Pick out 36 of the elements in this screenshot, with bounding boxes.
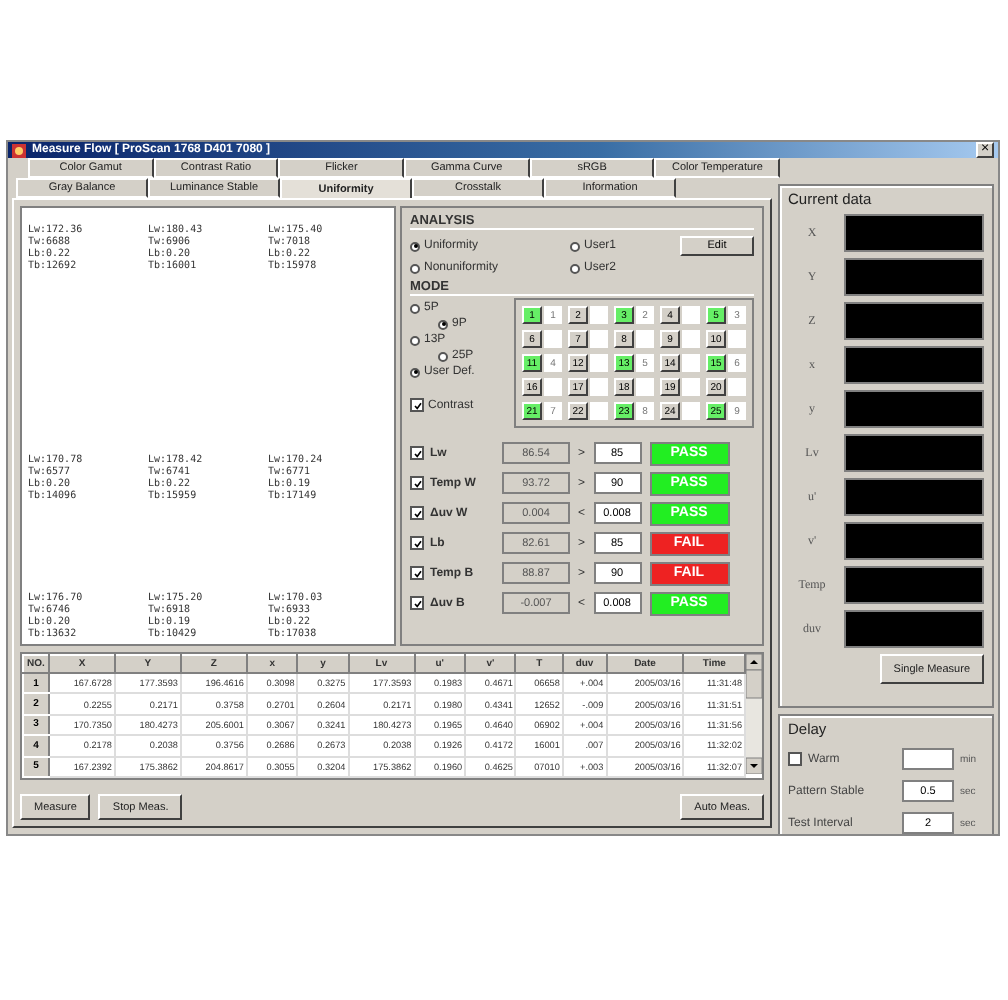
- data-display: [844, 434, 984, 472]
- order-box: [590, 354, 608, 372]
- check-icon: [413, 569, 421, 577]
- order-box: [590, 306, 608, 324]
- data-display: [844, 390, 984, 428]
- check-icon: [413, 449, 421, 457]
- order-box: [682, 354, 700, 372]
- data-display: [844, 566, 984, 604]
- order-box: [636, 378, 654, 396]
- order-box: [590, 402, 608, 420]
- order-box: [682, 402, 700, 420]
- check-icon: [413, 599, 421, 607]
- data-display: [844, 522, 984, 560]
- data-display: [844, 214, 984, 252]
- order-box: [544, 378, 562, 396]
- check-icon: [413, 479, 421, 487]
- data-display: [844, 478, 984, 516]
- app-icon: [12, 143, 26, 157]
- order-box: [544, 330, 562, 348]
- order-box: [728, 378, 746, 396]
- check-icon: [413, 509, 421, 517]
- order-box: [590, 378, 608, 396]
- order-box: [590, 330, 608, 348]
- data-display: [844, 346, 984, 384]
- check-icon: [413, 539, 421, 547]
- order-box: [682, 306, 700, 324]
- data-display: [844, 302, 984, 340]
- order-box: [728, 330, 746, 348]
- data-display: [844, 258, 984, 296]
- order-box: [636, 330, 654, 348]
- order-box: [682, 378, 700, 396]
- order-box: [682, 330, 700, 348]
- check-icon: [413, 401, 421, 409]
- input-field[interactable]: [902, 748, 954, 770]
- scrollbar-drawing[interactable]: [746, 654, 762, 774]
- data-display: [844, 610, 984, 648]
